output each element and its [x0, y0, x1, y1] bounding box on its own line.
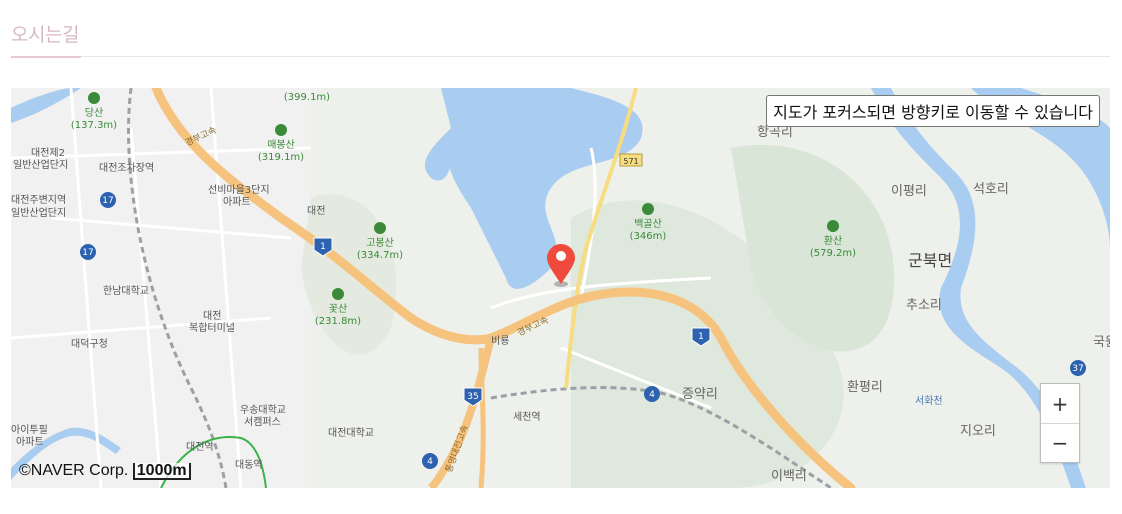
- label-jubyeon-b: 일반산업단지: [11, 206, 66, 219]
- interchange-road: [478, 347, 486, 488]
- page-title: 오시는길: [11, 24, 79, 46]
- keyboard-focus-tooltip: 지도가 포커스되면 방향키로 이동할 수 있습니다: [766, 95, 1100, 127]
- label-terminal: 대전: [203, 310, 221, 322]
- label-jubyeon: 대전주변지역: [11, 194, 66, 206]
- label-kkotsan: 꽃산: [329, 303, 347, 315]
- label-gunbukmyeon: 군북면: [908, 251, 952, 270]
- label-ibaekri: 이백리: [771, 469, 807, 484]
- label-sekcheon: 세천역: [513, 411, 541, 423]
- label-hwansan-height: (579.2m): [810, 248, 856, 259]
- label-chusori: 추소리: [906, 298, 942, 313]
- label-seokhori: 석호리: [973, 182, 1009, 197]
- title-divider: [11, 56, 1110, 57]
- route-shield-4b: 4: [422, 453, 438, 469]
- label-aitopia-b: 아파트: [16, 436, 44, 448]
- svg-text:571: 571: [623, 157, 638, 166]
- map-canvas: 1 1 35 17 17 4 4 37 571 당산 (137.3m) (399…: [11, 88, 1110, 488]
- scale-bar: 1000m: [132, 463, 191, 480]
- label-maebongsan-height: (319.1m): [258, 152, 304, 163]
- map-attribution: ©NAVER Corp. 1000m: [19, 462, 191, 480]
- label-daedeok: 대덕구청: [71, 338, 108, 350]
- label-jeungyakri: 증약리: [682, 387, 718, 402]
- route-shield-17b: 17: [80, 244, 96, 260]
- label-seonbi: 선비마을3단지: [208, 184, 270, 196]
- label-ipyeongri: 이평리: [891, 184, 927, 199]
- label-399: (399.1m): [284, 92, 330, 103]
- label-baekgolsan: 백골산: [634, 218, 662, 230]
- label-kkotsan-height: (231.8m): [315, 316, 361, 327]
- label-daejeon2: 대전제2: [31, 147, 65, 159]
- label-ic-daejeon: 대전: [307, 205, 325, 217]
- label-guk: 국원: [1093, 335, 1110, 350]
- mountain-icon: [88, 92, 100, 104]
- svg-text:1: 1: [698, 332, 704, 342]
- label-hanggokri: 항곡리: [757, 125, 793, 140]
- map-view[interactable]: 1 1 35 17 17 4 4 37 571 당산 (137.3m) (399…: [11, 88, 1110, 488]
- svg-text:35: 35: [467, 392, 478, 402]
- route-shield-571: 571: [619, 153, 643, 167]
- label-maebongsan: 매봉산: [267, 139, 295, 151]
- attribution-text: NAVER Corp.: [30, 462, 129, 479]
- label-dangsan: 당산: [85, 107, 103, 119]
- mountain-icon: [642, 203, 654, 215]
- label-dangsan-height: (137.3m): [71, 120, 117, 131]
- title-underline: [11, 56, 81, 58]
- label-hwanpyeongri: 환평리: [847, 380, 883, 395]
- mountain-icon: [374, 222, 386, 234]
- label-baekgolsan-height: (346m): [630, 231, 667, 242]
- svg-text:1: 1: [320, 242, 326, 252]
- label-seonbi-b: 아파트: [223, 196, 251, 208]
- svg-text:17: 17: [102, 196, 113, 206]
- label-jiori: 지오리: [960, 424, 996, 439]
- label-terminal-b: 복합터미널: [189, 322, 235, 334]
- mountain-icon: [332, 288, 344, 300]
- label-daejeon-univ: 대전대학교: [328, 427, 374, 439]
- mountain-icon: [827, 220, 839, 232]
- mountain-icon: [275, 124, 287, 136]
- route-shield-4a: 4: [644, 386, 660, 402]
- label-gobongsan: 고봉산: [366, 237, 394, 249]
- svg-text:37: 37: [1072, 364, 1083, 374]
- route-shield-17a: 17: [100, 192, 116, 208]
- svg-text:17: 17: [82, 248, 93, 258]
- label-daedong: 대동역: [235, 459, 263, 471]
- label-seohwacheon: 서화천: [915, 395, 943, 407]
- zoom-out-button[interactable]: −: [1041, 423, 1079, 462]
- naver-logo-icon: ©: [19, 462, 31, 479]
- route-shield-37: 37: [1070, 360, 1086, 376]
- label-daejeon-st: 대전역: [186, 441, 214, 453]
- label-aitopia: 아이투필: [11, 424, 48, 436]
- label-hannam: 한남대학교: [103, 285, 149, 297]
- label-daejeon2b: 일반산업단지: [13, 158, 68, 171]
- label-woosong: 우송대학교: [240, 404, 286, 416]
- zoom-control: + −: [1040, 383, 1080, 463]
- label-woosong-b: 서캠퍼스: [244, 416, 281, 428]
- svg-text:4: 4: [427, 457, 433, 467]
- zoom-in-button[interactable]: +: [1041, 384, 1079, 423]
- label-hwansan: 환산: [824, 235, 842, 247]
- label-gobongsan-height: (334.7m): [357, 250, 403, 261]
- svg-text:4: 4: [649, 390, 655, 400]
- label-biryong: 비룡: [491, 335, 509, 347]
- label-daejeon-yard: 대전조차장역: [99, 162, 154, 174]
